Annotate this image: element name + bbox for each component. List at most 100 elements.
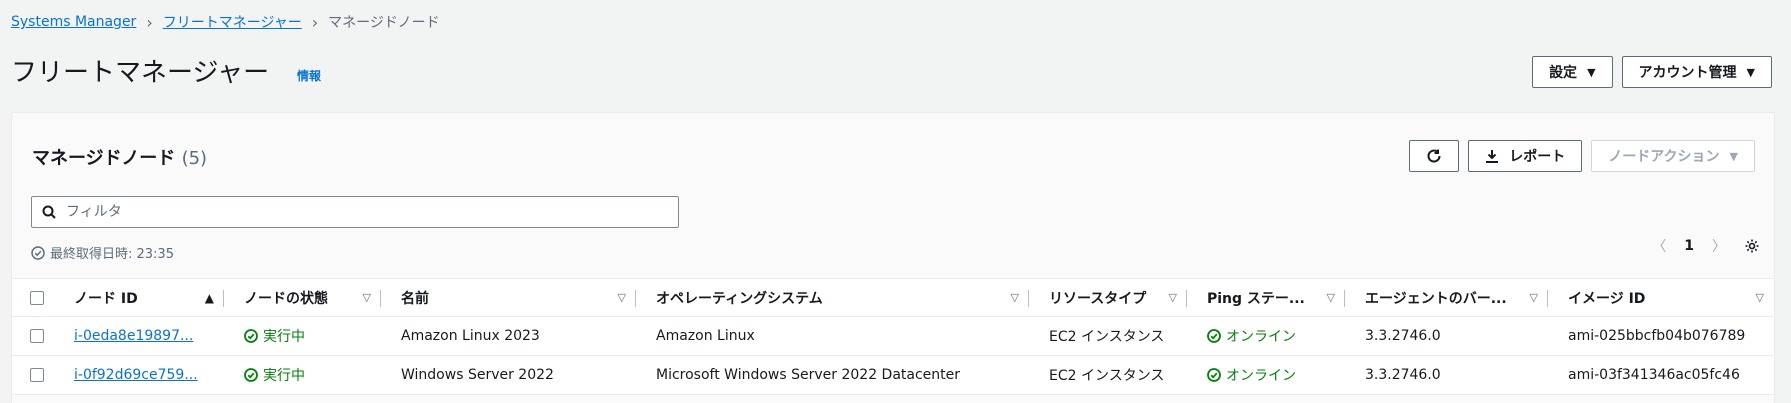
ping-text: オンライン bbox=[1226, 368, 1296, 384]
column-header-agent[interactable]: エージェントのバー... ▽ bbox=[1345, 279, 1548, 316]
column-header-state[interactable]: ノードの状態 ▽ bbox=[224, 279, 381, 316]
column-header-resource-type[interactable]: リソースタイプ ▽ bbox=[1029, 279, 1187, 316]
sort-icon: ▽ bbox=[1326, 291, 1335, 304]
ping-badge: オンライン bbox=[1207, 326, 1296, 346]
settings-button-label: 設定 bbox=[1549, 65, 1578, 81]
page-number[interactable]: 1 bbox=[1684, 238, 1694, 254]
ping-text: オンライン bbox=[1226, 329, 1296, 345]
os-cell: Amazon Linux bbox=[656, 328, 755, 344]
select-all-checkbox[interactable] bbox=[30, 290, 44, 305]
last-fetched-text: 最終取得日時: 23:35 bbox=[50, 247, 174, 262]
status-badge: 実行中 bbox=[244, 326, 305, 346]
ping-cell: オンライン bbox=[1187, 317, 1345, 355]
row-checkbox[interactable] bbox=[30, 368, 44, 382]
state-text: 実行中 bbox=[263, 368, 305, 384]
node-id-cell: i-0eda8e19897... bbox=[54, 317, 224, 355]
account-management-button-label: アカウント管理 bbox=[1638, 65, 1737, 81]
state-cell: 実行中 bbox=[224, 317, 381, 355]
check-circle-icon bbox=[1207, 368, 1221, 382]
check-circle-icon bbox=[244, 368, 258, 382]
breadcrumb-systems-manager[interactable]: Systems Manager bbox=[11, 14, 136, 30]
resource-type-cell: EC2 インスタンス bbox=[1049, 329, 1165, 345]
filter-input[interactable] bbox=[66, 204, 678, 220]
table-row: i-0f92d69ce759... 実行中 Windows Server 202… bbox=[12, 356, 1774, 395]
row-checkbox[interactable] bbox=[30, 329, 44, 343]
ping-cell: オンライン bbox=[1187, 356, 1345, 394]
pagination: 〈 1 〉 bbox=[1652, 236, 1760, 256]
info-link[interactable]: 情報 bbox=[297, 67, 321, 84]
report-button-label: レポート bbox=[1509, 149, 1566, 165]
header-actions: 設定 ▼ アカウント管理 ▼ bbox=[1532, 56, 1772, 88]
status-badge: 実行中 bbox=[244, 365, 305, 385]
sort-icon: ▽ bbox=[617, 291, 626, 304]
agent-version-cell: 3.3.2746.0 bbox=[1365, 367, 1441, 383]
breadcrumb-current: マネージドノード bbox=[328, 15, 440, 31]
node-id-cell: i-0f92d69ce759... bbox=[54, 356, 224, 394]
caret-down-icon: ▼ bbox=[1746, 65, 1755, 79]
refresh-icon bbox=[1427, 149, 1441, 163]
column-header-label: ノードの状態 bbox=[244, 290, 328, 307]
node-id-link[interactable]: i-0f92d69ce759... bbox=[74, 367, 198, 383]
breadcrumb: Systems Manager › フリートマネージャー › マネージドノード bbox=[11, 12, 440, 32]
sort-icon: ▽ bbox=[1168, 291, 1177, 304]
column-header-label: リソースタイプ bbox=[1049, 290, 1147, 307]
search-icon bbox=[42, 205, 56, 219]
agent-version-cell: 3.3.2746.0 bbox=[1365, 328, 1441, 344]
column-header-ping[interactable]: Ping ステー... ▽ bbox=[1187, 279, 1345, 316]
column-header-label: エージェントのバー... bbox=[1365, 290, 1507, 307]
column-header-name[interactable]: 名前 ▽ bbox=[381, 279, 636, 316]
check-circle-icon bbox=[244, 329, 258, 343]
last-fetched: 最終取得日時: 23:35 bbox=[31, 243, 174, 262]
row-select-cell bbox=[12, 317, 54, 355]
managed-nodes-panel: マネージドノード (5) レポート ノードアクション ▼ フィルタ 最終取得日時… bbox=[11, 112, 1775, 403]
node-id-link[interactable]: i-0eda8e19897... bbox=[74, 328, 193, 344]
column-header-label: Ping ステー... bbox=[1207, 290, 1305, 307]
column-header-image-id[interactable]: イメージ ID ▽ bbox=[1548, 279, 1774, 316]
column-header-label: ノード ID bbox=[74, 290, 138, 307]
clock-icon bbox=[31, 245, 45, 260]
resource-type-cell: EC2 インスタンス bbox=[1049, 368, 1165, 384]
panel-actions: レポート ノードアクション ▼ bbox=[1409, 140, 1755, 172]
table-header-row: ノード ID ▲ ノードの状態 ▽ 名前 ▽ オペレーティングシステム ▽ リソ… bbox=[12, 278, 1774, 317]
gear-icon[interactable] bbox=[1744, 238, 1760, 254]
select-all-cell bbox=[12, 279, 54, 316]
next-page-icon[interactable]: 〉 bbox=[1712, 236, 1726, 256]
sort-icon: ▽ bbox=[1529, 291, 1538, 304]
chevron-right-icon: › bbox=[311, 12, 319, 32]
row-select-cell bbox=[12, 356, 54, 394]
account-management-button[interactable]: アカウント管理 ▼ bbox=[1621, 56, 1772, 88]
name-cell: Windows Server 2022 bbox=[401, 367, 554, 383]
state-text: 実行中 bbox=[263, 329, 305, 345]
node-action-button[interactable]: ノードアクション ▼ bbox=[1591, 140, 1755, 172]
name-cell: Amazon Linux 2023 bbox=[401, 328, 540, 344]
sort-icon: ▽ bbox=[362, 291, 371, 304]
breadcrumb-fleet-manager[interactable]: フリートマネージャー bbox=[163, 12, 302, 32]
previous-page-icon[interactable]: 〈 bbox=[1652, 236, 1666, 256]
column-header-label: 名前 bbox=[401, 290, 429, 307]
page-title: フリートマネージャー bbox=[11, 58, 270, 88]
column-header-os[interactable]: オペレーティングシステム ▽ bbox=[636, 279, 1029, 316]
table-row: i-0eda8e19897... 実行中 Amazon Linux 2023 A… bbox=[12, 317, 1774, 356]
image-id-cell: ami-03f341346ac05fc46 bbox=[1568, 367, 1740, 383]
filter-box bbox=[31, 196, 679, 228]
ping-badge: オンライン bbox=[1207, 365, 1296, 385]
panel-title: マネージドノード (5) bbox=[32, 144, 207, 170]
download-icon bbox=[1486, 150, 1499, 163]
state-cell: 実行中 bbox=[224, 356, 381, 394]
image-id-cell: ami-025bbcfb04b076789 bbox=[1568, 328, 1746, 344]
managed-nodes-table: ノード ID ▲ ノードの状態 ▽ 名前 ▽ オペレーティングシステム ▽ リソ… bbox=[12, 278, 1774, 395]
column-header-label: イメージ ID bbox=[1568, 290, 1646, 307]
chevron-right-icon: › bbox=[146, 12, 153, 32]
panel-count: (5) bbox=[181, 148, 208, 169]
refresh-button[interactable] bbox=[1409, 140, 1460, 172]
caret-down-icon: ▼ bbox=[1587, 65, 1596, 79]
panel-title-text: マネージドノード bbox=[32, 148, 176, 169]
report-button[interactable]: レポート bbox=[1468, 140, 1583, 172]
sort-icon: ▽ bbox=[1755, 291, 1764, 304]
column-header-node-id[interactable]: ノード ID ▲ bbox=[54, 279, 224, 316]
sort-ascending-icon: ▲ bbox=[204, 290, 214, 305]
os-cell: Microsoft Windows Server 2022 Datacenter bbox=[656, 367, 961, 383]
sort-icon: ▽ bbox=[1010, 291, 1019, 304]
check-circle-icon bbox=[1207, 329, 1221, 343]
settings-button[interactable]: 設定 ▼ bbox=[1532, 56, 1613, 88]
